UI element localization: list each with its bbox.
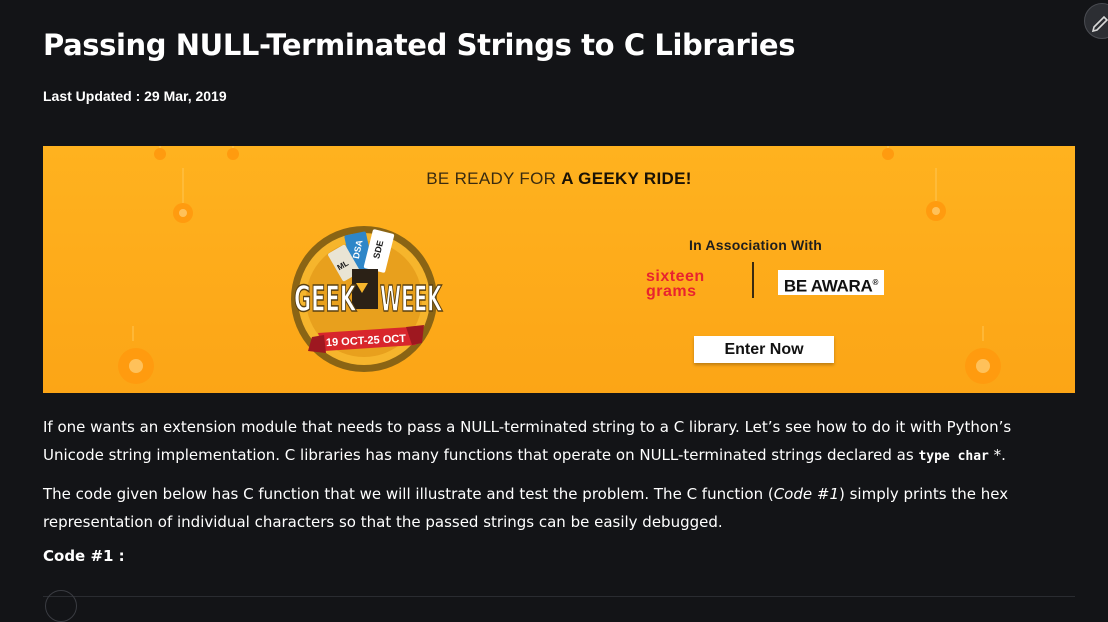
explanation-text: The code given below has C function that… (43, 485, 774, 503)
pencil-icon (1091, 15, 1108, 33)
geek-word: GEEK (294, 279, 357, 320)
sixteen-grams-line1: sixteen (646, 268, 705, 285)
article-page: { "article": { "title": "Passing NULL-Te… (0, 0, 1108, 622)
sixteen-grams-logo: sixteen grams (646, 268, 705, 300)
sixteen-grams-line2: grams (646, 283, 697, 300)
page-title: Passing NULL-Terminated Strings to C Lib… (43, 28, 796, 62)
trademark-mark: ® (872, 278, 879, 287)
partner-divider (752, 262, 754, 298)
be-awara-logo: BE AWARA® (778, 270, 884, 296)
week-word: WEEK (380, 279, 443, 320)
code-block-top-border (43, 596, 1075, 597)
intro-text-end: *. (988, 446, 1006, 464)
code-reference: Code #1 (773, 485, 839, 503)
code-block-control[interactable] (45, 590, 77, 622)
association-label: In Association With (689, 237, 823, 253)
intro-text: If one wants an extension module that ne… (43, 418, 1012, 464)
be-awara-text: BE AWARA (783, 276, 873, 296)
intro-paragraph: If one wants an extension module that ne… (43, 413, 1043, 471)
geek-week-logo: DSA SDE ML GEEK WEEK 19 OCT-25 OCT (291, 226, 443, 372)
inline-code-type-char: type char (918, 449, 989, 464)
tagline-prefix: BE READY FOR (426, 169, 562, 188)
explanation-paragraph: The code given below has C function that… (43, 480, 1043, 536)
code-heading: Code #1 : (43, 547, 125, 565)
enter-now-button[interactable]: Enter Now (694, 336, 834, 363)
edit-button[interactable] (1084, 3, 1108, 39)
tagline-bold: A GEEKY RIDE! (561, 169, 692, 188)
promo-banner[interactable]: BE READY FOR A GEEKY RIDE! DSA SDE ML GE… (43, 146, 1075, 393)
last-updated-text: Last Updated : 29 Mar, 2019 (43, 88, 227, 104)
banner-tagline: BE READY FOR A GEEKY RIDE! (43, 169, 1075, 189)
